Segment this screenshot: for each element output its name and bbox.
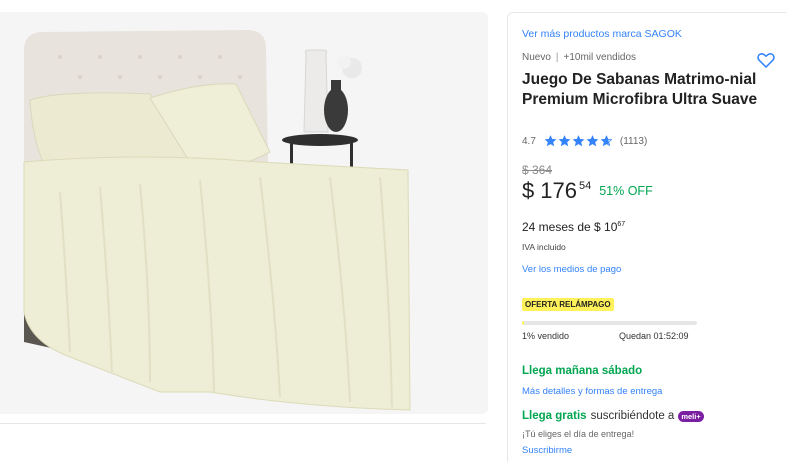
price-amount: 176 bbox=[540, 178, 577, 203]
sold-count: +10mil vendidos bbox=[563, 52, 637, 63]
star-icon bbox=[586, 135, 599, 147]
condition-label: Nuevo bbox=[522, 52, 551, 63]
deal-timer: Quedan 01:52:09 bbox=[619, 331, 689, 341]
rating-value: 4.7 bbox=[522, 135, 536, 147]
free-shipping-label: Llega gratis bbox=[522, 410, 587, 422]
flash-deal-badge: OFERTA RELÁMPAGO bbox=[522, 298, 614, 311]
sold-progress-fill bbox=[522, 321, 524, 325]
heart-icon[interactable] bbox=[756, 50, 776, 70]
sold-percent-label: 1% vendido bbox=[522, 331, 570, 341]
price-cents: 54 bbox=[578, 180, 592, 192]
rating[interactable]: 4.7 (1113) bbox=[522, 135, 647, 147]
price-currency: $ bbox=[522, 178, 535, 203]
free-shipping-line: Llega gratis suscribiéndote a meli+ bbox=[522, 410, 704, 422]
arrival-estimate: Llega mañana sábado bbox=[522, 365, 643, 377]
tax-note: IVA incluido bbox=[522, 242, 566, 252]
installments: 24 meses de $ 1067 bbox=[522, 220, 625, 234]
review-count: (1113) bbox=[619, 135, 648, 147]
delivery-details-link[interactable]: Más detalles y formas de entrega bbox=[522, 386, 662, 397]
installments-cents: 67 bbox=[617, 221, 626, 228]
product-info-card: Ver más productos marca SAGOK Nuevo | +10m… bbox=[507, 12, 786, 462]
brand-link[interactable]: Ver más productos marca SAGOK bbox=[522, 28, 682, 40]
star-icon bbox=[572, 135, 585, 147]
separator: | bbox=[555, 52, 559, 63]
section-divider bbox=[0, 423, 486, 424]
bed-sheets-photo bbox=[23, 30, 411, 411]
current-price: $ 176 54 51% OFF bbox=[522, 176, 653, 206]
star-icon bbox=[544, 135, 557, 147]
choose-day-note: ¡Tú eliges el día de entrega! bbox=[522, 429, 635, 439]
product-title: Juego De Sabanas Matrimo-nial Premium Mi… bbox=[522, 71, 758, 108]
star-icon bbox=[600, 135, 613, 147]
sold-progress-bar bbox=[522, 321, 697, 325]
rating-stars bbox=[544, 135, 614, 147]
condition-line: Nuevo | +10mil vendidos bbox=[522, 52, 636, 63]
product-image[interactable] bbox=[0, 12, 488, 414]
star-icon bbox=[558, 135, 571, 147]
discount-badge: 51% OFF bbox=[599, 184, 653, 198]
original-price: $ 364 bbox=[522, 163, 553, 177]
meli-plus-badge: meli+ bbox=[678, 410, 704, 422]
payment-methods-link[interactable]: Ver los medios de pago bbox=[522, 264, 621, 275]
installments-text: 24 meses de $ 10 bbox=[522, 220, 618, 234]
subscription-text: suscribiéndote a bbox=[590, 410, 675, 422]
subscribe-link[interactable]: Suscribirme bbox=[522, 445, 572, 456]
